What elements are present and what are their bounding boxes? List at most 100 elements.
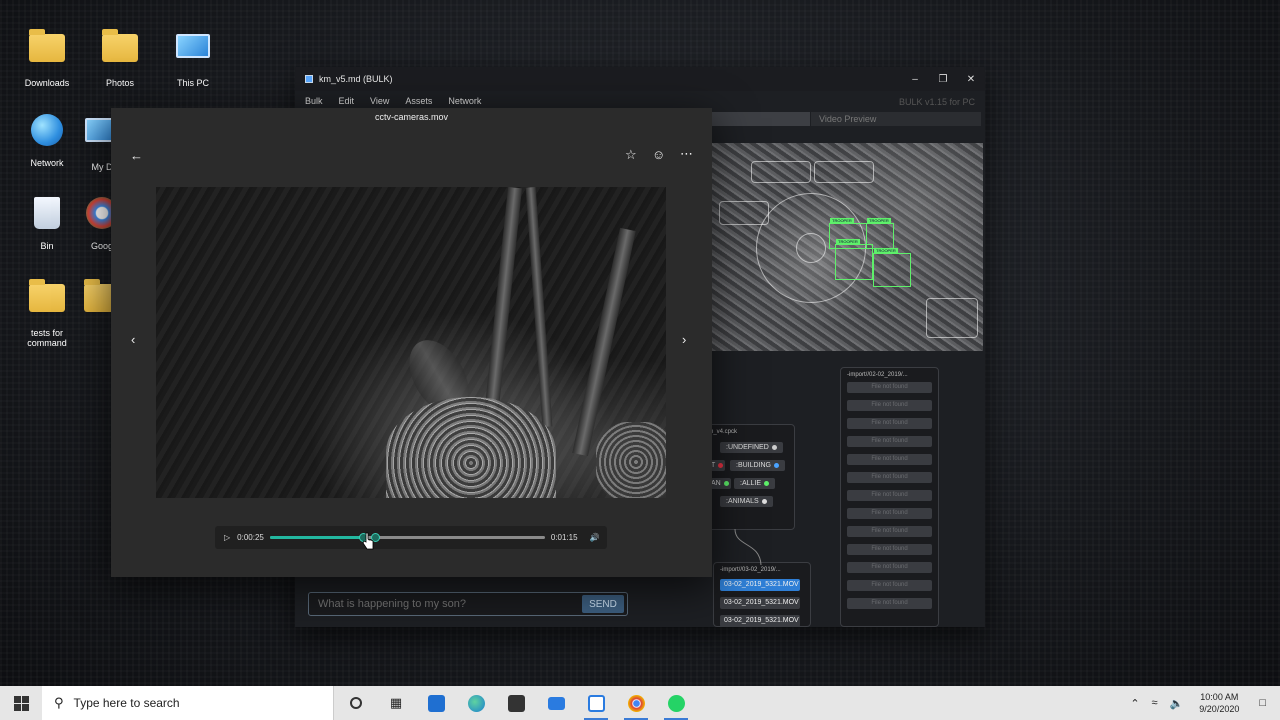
back-arrow-icon[interactable]: ← [130, 148, 143, 163]
network-globe-icon [27, 114, 67, 154]
folder-download-icon [27, 29, 67, 74]
cortana-circle-icon [350, 697, 362, 709]
thermal-video-preview: TROOPER TROOPER TROOPER TROOPER [711, 143, 983, 351]
menu-edit[interactable]: Edit [339, 96, 355, 106]
taskbar-whatsapp[interactable] [656, 686, 696, 720]
play-icon[interactable]: ▷ [224, 533, 230, 542]
node-title: n_v4.cpck [710, 429, 738, 435]
message-input[interactable] [309, 593, 582, 615]
file-not-found: File not found [847, 472, 932, 483]
desktop-icon-label: tests for command [27, 328, 67, 348]
video-content-undergrowth [386, 397, 556, 498]
emoji-reaction-icon[interactable]: ☺ [652, 147, 665, 162]
menu-view[interactable]: View [370, 96, 389, 106]
seek-bar-progress [269, 536, 364, 539]
desktop-icon-downloads[interactable]: Downloads [7, 28, 87, 88]
desktop-icon-label: Photos [105, 78, 135, 88]
file-item-selected[interactable]: 03-02_2019_5321.MOV [720, 579, 800, 591]
reticle-inner-ring [796, 233, 826, 263]
taskbar-app-generic[interactable] [416, 686, 456, 720]
menu-bulk[interactable]: Bulk [305, 96, 323, 106]
taskbar-search[interactable]: ⚲ Type here to search [42, 686, 334, 720]
file-not-found: File not found [847, 598, 932, 609]
send-button[interactable]: SEND [582, 595, 624, 613]
file-not-found: File not found [847, 490, 932, 501]
folder-icon [27, 279, 67, 324]
bulk-titlebar: km_v5.md (BULK) – ❐ ✕ [295, 67, 985, 91]
node-import-02-02[interactable]: -import//02-02_2019/... File not found F… [840, 367, 939, 627]
taskbar-edge[interactable] [456, 686, 496, 720]
minimize-icon[interactable]: – [901, 74, 929, 85]
seek-bar[interactable] [269, 533, 545, 542]
favorite-star-icon[interactable]: ☆ [625, 147, 637, 163]
more-options-icon[interactable]: ⋯ [680, 146, 693, 162]
file-item[interactable]: 03-02_2019_5321.MOV [720, 597, 800, 609]
taskbar-mail[interactable] [536, 686, 576, 720]
menu-network[interactable]: Network [448, 96, 481, 106]
tab-video-preview[interactable]: Video Preview [811, 112, 981, 126]
hud-panel [814, 161, 874, 183]
close-icon[interactable]: ✕ [957, 74, 985, 85]
menu-assets[interactable]: Assets [405, 96, 432, 106]
video-content-trunk [484, 187, 522, 418]
video-content-trunk [525, 187, 553, 428]
wifi-icon[interactable]: ≈ [1152, 697, 1158, 709]
viewer-file-name: cctv-cameras.mov [374, 112, 448, 122]
clock-time: 10:00 AM [1200, 692, 1239, 702]
search-placeholder: Type here to search [73, 696, 180, 710]
target-label: TROOPER [836, 239, 860, 244]
tab-active[interactable] [710, 112, 810, 126]
speaker-icon[interactable]: 🔈 [1170, 697, 1184, 710]
app-icon [305, 75, 313, 83]
desktop-icon-label: Downloads [24, 78, 70, 88]
windows-logo-icon [13, 695, 29, 711]
video-frame[interactable] [156, 187, 666, 498]
tag-an[interactable]: AN [709, 478, 731, 489]
taskbar: ⚲ Type here to search ▦ ⌃ ≈ 🔈 10:00 AM 9… [0, 686, 1280, 720]
desktop-icon-label: This PC [176, 78, 209, 88]
node-import-03-02[interactable]: -import//03-02_2019/... 03-02_2019_5321.… [713, 562, 811, 627]
tag-building[interactable]: :BUILDING [730, 460, 786, 471]
restore-icon[interactable]: ❐ [929, 74, 957, 85]
clock-date: 9/20/2020 [1199, 704, 1240, 714]
next-arrow-icon[interactable]: › [682, 332, 686, 347]
taskbar-chrome[interactable] [616, 686, 656, 720]
file-not-found: File not found [847, 382, 932, 393]
previous-arrow-icon[interactable]: ‹ [131, 332, 135, 347]
desktop-icon-photos[interactable]: Photos [80, 28, 160, 88]
whatsapp-icon [667, 694, 685, 712]
video-content-rock [596, 422, 666, 498]
taskbar-bulk-app[interactable] [576, 686, 616, 720]
hand-cursor-icon [362, 532, 374, 550]
volume-icon[interactable]: 🔊 [590, 533, 600, 542]
target-label: TROOPER [867, 218, 891, 223]
hud-panel [751, 161, 811, 183]
clock[interactable]: 10:00 AM 9/20/2020 [1199, 691, 1239, 715]
video-viewer-window: cctv-cameras.mov ← ☆ ☺ ⋯ ‹ › ▷ 0:00:25 0… [111, 108, 712, 577]
file-not-found: File not found [847, 544, 932, 555]
node-cpck[interactable]: n_v4.cpck :UNDEFINED T :BUILDING AN :ALL… [707, 424, 795, 530]
desktop-icon-this-pc[interactable]: This PC [153, 28, 233, 88]
cortana-button[interactable] [336, 686, 376, 720]
node-title: -import//02-02_2019/... [847, 372, 908, 378]
start-button[interactable] [0, 686, 42, 720]
file-not-found: File not found [847, 436, 932, 447]
system-tray: ⌃ ≈ 🔈 10:00 AM 9/20/2020 □ [1124, 691, 1280, 715]
edge-icon [467, 694, 485, 712]
taskbar-store[interactable] [496, 686, 536, 720]
hud-panel [719, 201, 769, 225]
chrome-icon [627, 694, 645, 712]
task-view-button[interactable]: ▦ [376, 686, 416, 720]
computer-icon [173, 34, 213, 74]
tag-allie[interactable]: :ALLIE [734, 478, 776, 489]
file-not-found: File not found [847, 508, 932, 519]
tag-animals[interactable]: :ANIMALS [720, 496, 773, 507]
bulk-version-label: BULK v1.15 for PC [898, 97, 975, 107]
notifications-icon[interactable]: □ [1259, 697, 1266, 709]
chevron-up-icon[interactable]: ⌃ [1130, 697, 1139, 710]
file-not-found: File not found [847, 526, 932, 537]
file-not-found: File not found [847, 580, 932, 591]
file-item[interactable]: 03-02_2019_5321.MOV [720, 615, 800, 627]
task-view-icon: ▦ [389, 695, 403, 710]
tag-undefined[interactable]: :UNDEFINED [720, 442, 783, 453]
